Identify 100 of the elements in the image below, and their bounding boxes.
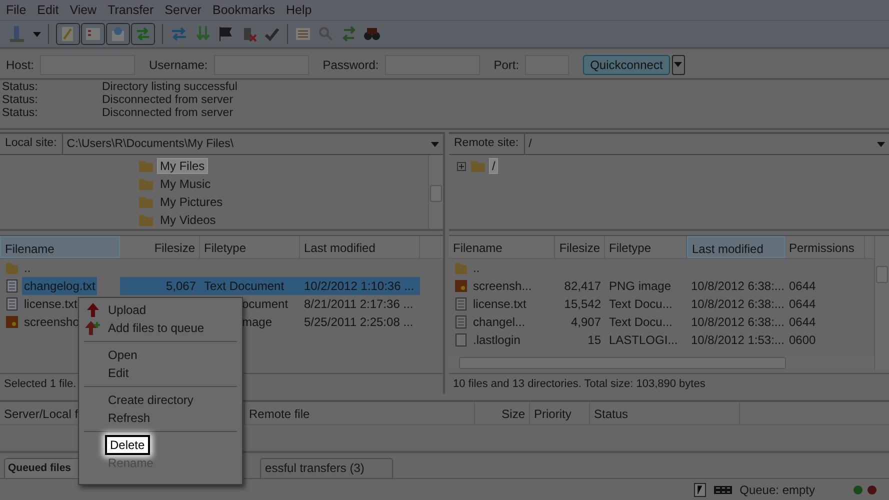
magnifier-icon[interactable] (318, 26, 334, 42)
toggle-button[interactable] (56, 23, 80, 45)
checkmark-icon[interactable] (264, 26, 280, 42)
file-name[interactable]: .lastlogin (471, 331, 522, 349)
menu-item[interactable]: Add files to queue (105, 320, 208, 336)
menu-item[interactable]: Refresh (105, 410, 154, 426)
column-header[interactable]: Priority (530, 402, 590, 424)
caret-icon (674, 62, 682, 67)
menu-item[interactable]: Upload (105, 302, 150, 318)
column-header[interactable]: Remote file (245, 402, 475, 424)
file-permissions: 0600 (788, 332, 817, 349)
path-dropdown[interactable]: C:\Users\R\Documents\My Files\ (62, 134, 443, 154)
binoculars-icon[interactable] (364, 27, 380, 41)
file-size: 15 (586, 332, 602, 349)
menu-item[interactable]: File (2, 3, 34, 17)
tree-item[interactable]: My Music (158, 177, 213, 191)
document-icon (5, 297, 19, 311)
column-header[interactable]: Size (475, 402, 530, 424)
tree-item[interactable]: My Files (158, 159, 207, 173)
file-modified: 5/25/2011 2:25:08 ... (303, 314, 414, 331)
file-permissions: 0644 (788, 296, 817, 313)
tree-item[interactable]: My Videos (158, 213, 218, 227)
column-header[interactable]: Last modified (300, 236, 420, 258)
disconnect-icon[interactable] (241, 26, 257, 42)
menu-item[interactable]: Transfer (104, 3, 161, 17)
tree-panel-icon (85, 26, 101, 42)
menu-item[interactable]: Help (282, 3, 319, 17)
queue-status: Queue: empty (740, 482, 815, 496)
menu-item[interactable]: View (66, 3, 104, 17)
file-size: 4,907 (570, 314, 602, 331)
file-modified: 8/21/2011 2:17:36 ... (303, 296, 414, 313)
column-header[interactable]: Filetype (200, 236, 300, 258)
file-name[interactable]: .. (471, 259, 482, 277)
column-header[interactable]: Filesize (555, 236, 605, 258)
menu-item[interactable]: Delete (105, 435, 150, 455)
log-message: Disconnected from server (102, 94, 234, 107)
log-label: Status: (2, 94, 39, 107)
field-label: Port: (494, 58, 520, 72)
log-message: Disconnected from server (102, 107, 234, 120)
local-site-label: Local site: (0, 134, 63, 154)
filter-list-icon[interactable] (295, 27, 311, 41)
column-header[interactable]: Last modified (687, 236, 785, 258)
up-arrow-icon (86, 303, 100, 317)
file-permissions: 0644 (788, 278, 817, 295)
file-type: Text Document (200, 277, 300, 295)
field-label: Host: (6, 58, 34, 72)
column-header[interactable]: Permissions (785, 236, 865, 258)
log-label: Status: (2, 81, 39, 94)
menu-item[interactable]: Open (105, 347, 140, 363)
directory-status: 10 files and 13 directories. Total size: 103,890 bytes (449, 373, 889, 394)
file-name[interactable]: changel... (471, 313, 528, 331)
file-modified: 10/2/2012 1:10:36 ... (300, 277, 420, 295)
file-modified: 10/8/2012 1:53:... (690, 332, 785, 349)
file-type: Text Docu... (608, 296, 674, 313)
caret-icon (877, 142, 885, 146)
column-header[interactable]: Status (590, 402, 740, 424)
file-name[interactable]: license.txt (471, 295, 528, 313)
folder-icon (5, 261, 19, 275)
dropdown-button[interactable] (672, 54, 685, 74)
down-arrows-icon[interactable] (195, 25, 211, 43)
log-pencil-icon (60, 26, 76, 42)
toggle-button[interactable] (81, 23, 105, 45)
toggle-button[interactable] (131, 23, 155, 45)
document-icon (454, 333, 468, 347)
file-name[interactable]: screensho (22, 313, 82, 331)
caret-icon (431, 142, 439, 146)
dropdown-caret-icon[interactable] (33, 32, 41, 36)
path-dropdown[interactable]: / (524, 134, 889, 154)
tab[interactable]: essful transfers (3) (260, 458, 394, 478)
file-name[interactable]: screensh... (471, 277, 534, 295)
toggle-button[interactable] (106, 23, 130, 45)
folder-icon (138, 177, 154, 191)
menu-item[interactable]: Create directory (105, 392, 196, 408)
flag-icon[interactable] (218, 26, 234, 42)
menu-item[interactable]: Bookmarks (208, 3, 282, 17)
remote-site-label: Remote site: (449, 134, 525, 154)
folder-icon (454, 261, 468, 275)
scrollbar[interactable] (874, 236, 889, 370)
file-name[interactable]: license.txt (22, 295, 80, 313)
scrollbar[interactable] (428, 155, 443, 229)
file-name[interactable]: .. (22, 259, 33, 277)
column-header[interactable]: Filesize (120, 236, 200, 258)
tree-item[interactable]: My Pictures (158, 195, 225, 209)
field-label: Username: (149, 58, 208, 72)
expand-icon[interactable] (457, 162, 466, 170)
file-name[interactable]: changelog.txt (22, 277, 98, 295)
menu-item[interactable]: Server (160, 3, 208, 17)
column-header[interactable]: Filename (0, 236, 120, 258)
image-file-icon (5, 315, 19, 329)
column-header[interactable]: Filename (449, 236, 555, 258)
file-type: ocument (241, 296, 290, 313)
menu-item[interactable]: Edit (33, 3, 66, 17)
folder-icon (138, 195, 154, 209)
log-message: Directory listing successful (102, 81, 238, 94)
quickconnect-button[interactable]: Quickconnect (583, 54, 670, 74)
folder-icon (470, 159, 486, 173)
sync-arrows-icon[interactable] (341, 26, 357, 42)
file-modified: 10/8/2012 6:38:... (690, 314, 785, 331)
tree-item[interactable]: / (490, 159, 498, 173)
refresh-arrows-icon[interactable] (170, 26, 188, 42)
